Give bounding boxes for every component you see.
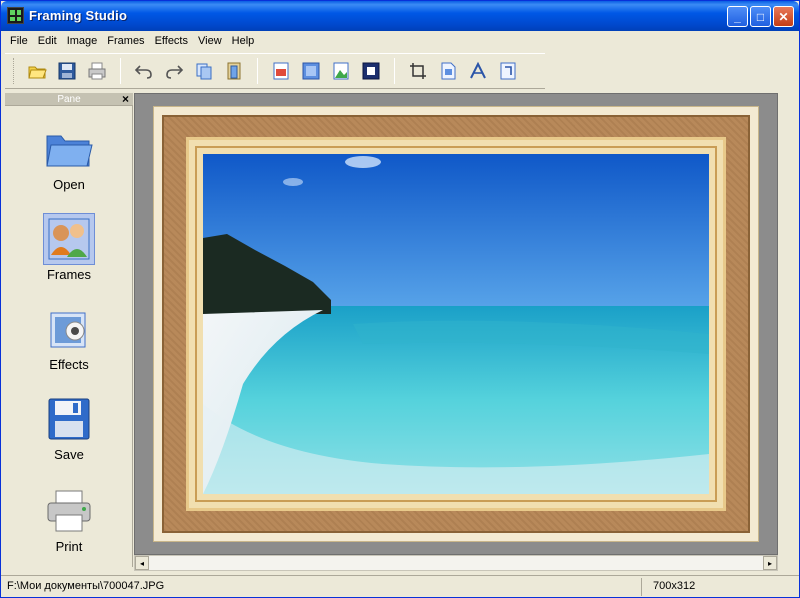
- menu-help[interactable]: Help: [227, 31, 260, 51]
- app-icon: [7, 7, 24, 24]
- nav-label-frames: Frames: [46, 267, 92, 282]
- side-panel: Pane × Open Frames Effects Save Print: [5, 92, 133, 567]
- nav-label-open: Open: [53, 177, 85, 192]
- border-icon[interactable]: [358, 58, 384, 84]
- maximize-button[interactable]: □: [750, 6, 771, 27]
- frame-blue-icon[interactable]: [298, 58, 324, 84]
- toolbar-separator: [257, 58, 258, 84]
- status-image-size: 700x312: [653, 580, 696, 592]
- folder-icon: [43, 123, 95, 175]
- page-icon[interactable]: [435, 58, 461, 84]
- copy-icon[interactable]: [191, 58, 217, 84]
- nav-label-effects: Effects: [49, 357, 89, 372]
- nav-item-save[interactable]: Save: [5, 393, 133, 462]
- toolbar-separator: [120, 58, 121, 84]
- toolbar: [5, 53, 545, 89]
- minimize-button[interactable]: _: [727, 6, 748, 27]
- status-divider: [641, 578, 642, 596]
- print-icon[interactable]: [84, 58, 110, 84]
- open-icon[interactable]: [24, 58, 50, 84]
- status-bar: F:\Мои документы\700047.JPG 700x312: [1, 575, 799, 597]
- panel-title: Pane: [57, 94, 81, 105]
- scroll-right-button[interactable]: ▸: [763, 556, 777, 570]
- nav-item-effects[interactable]: Effects: [5, 303, 133, 372]
- menu-view[interactable]: View: [193, 31, 227, 51]
- title-bar[interactable]: Framing Studio _ □ ✕: [1, 1, 799, 31]
- menu-frames[interactable]: Frames: [102, 31, 149, 51]
- effects-icon: [43, 303, 95, 355]
- frame-wood: [162, 115, 750, 533]
- frames-icon: [43, 213, 95, 265]
- nav-item-frames[interactable]: Frames: [5, 213, 133, 282]
- nav-item-open[interactable]: Open: [5, 123, 133, 192]
- printer-icon: [43, 485, 95, 537]
- toolbar-grip[interactable]: [13, 58, 16, 84]
- beach-photo: [203, 154, 709, 494]
- frame-outer: [153, 106, 759, 542]
- window-title: Framing Studio: [29, 8, 128, 23]
- nav-label-save: Save: [54, 447, 84, 462]
- image-red-icon[interactable]: [268, 58, 294, 84]
- nav-label-print: Print: [55, 539, 83, 554]
- app-window: Framing Studio _ □ ✕ File Edit Image Fra…: [0, 0, 800, 598]
- text-icon[interactable]: [465, 58, 491, 84]
- horizontal-scrollbar[interactable]: ◂ ▸: [134, 555, 778, 571]
- panel-close-button[interactable]: ×: [122, 92, 129, 106]
- floppy-icon: [43, 393, 95, 445]
- nav-item-print[interactable]: Print: [5, 485, 133, 554]
- toolbar-separator: [394, 58, 395, 84]
- close-button[interactable]: ✕: [773, 6, 794, 27]
- scroll-left-button[interactable]: ◂: [135, 556, 149, 570]
- landscape-icon[interactable]: [328, 58, 354, 84]
- redo-icon[interactable]: [161, 58, 187, 84]
- undo-icon[interactable]: [131, 58, 157, 84]
- resize-icon[interactable]: [495, 58, 521, 84]
- menu-image[interactable]: Image: [62, 31, 103, 51]
- save-icon[interactable]: [54, 58, 80, 84]
- menu-bar: File Edit Image Frames Effects View Help: [1, 31, 799, 51]
- status-file-path: F:\Мои документы\700047.JPG: [7, 580, 165, 592]
- image-canvas[interactable]: [134, 93, 778, 555]
- paste-icon[interactable]: [221, 58, 247, 84]
- menu-file[interactable]: File: [5, 31, 33, 51]
- frame-mat: [186, 137, 726, 511]
- menu-effects[interactable]: Effects: [150, 31, 193, 51]
- crop-icon[interactable]: [405, 58, 431, 84]
- menu-edit[interactable]: Edit: [33, 31, 62, 51]
- panel-header: Pane ×: [5, 92, 133, 106]
